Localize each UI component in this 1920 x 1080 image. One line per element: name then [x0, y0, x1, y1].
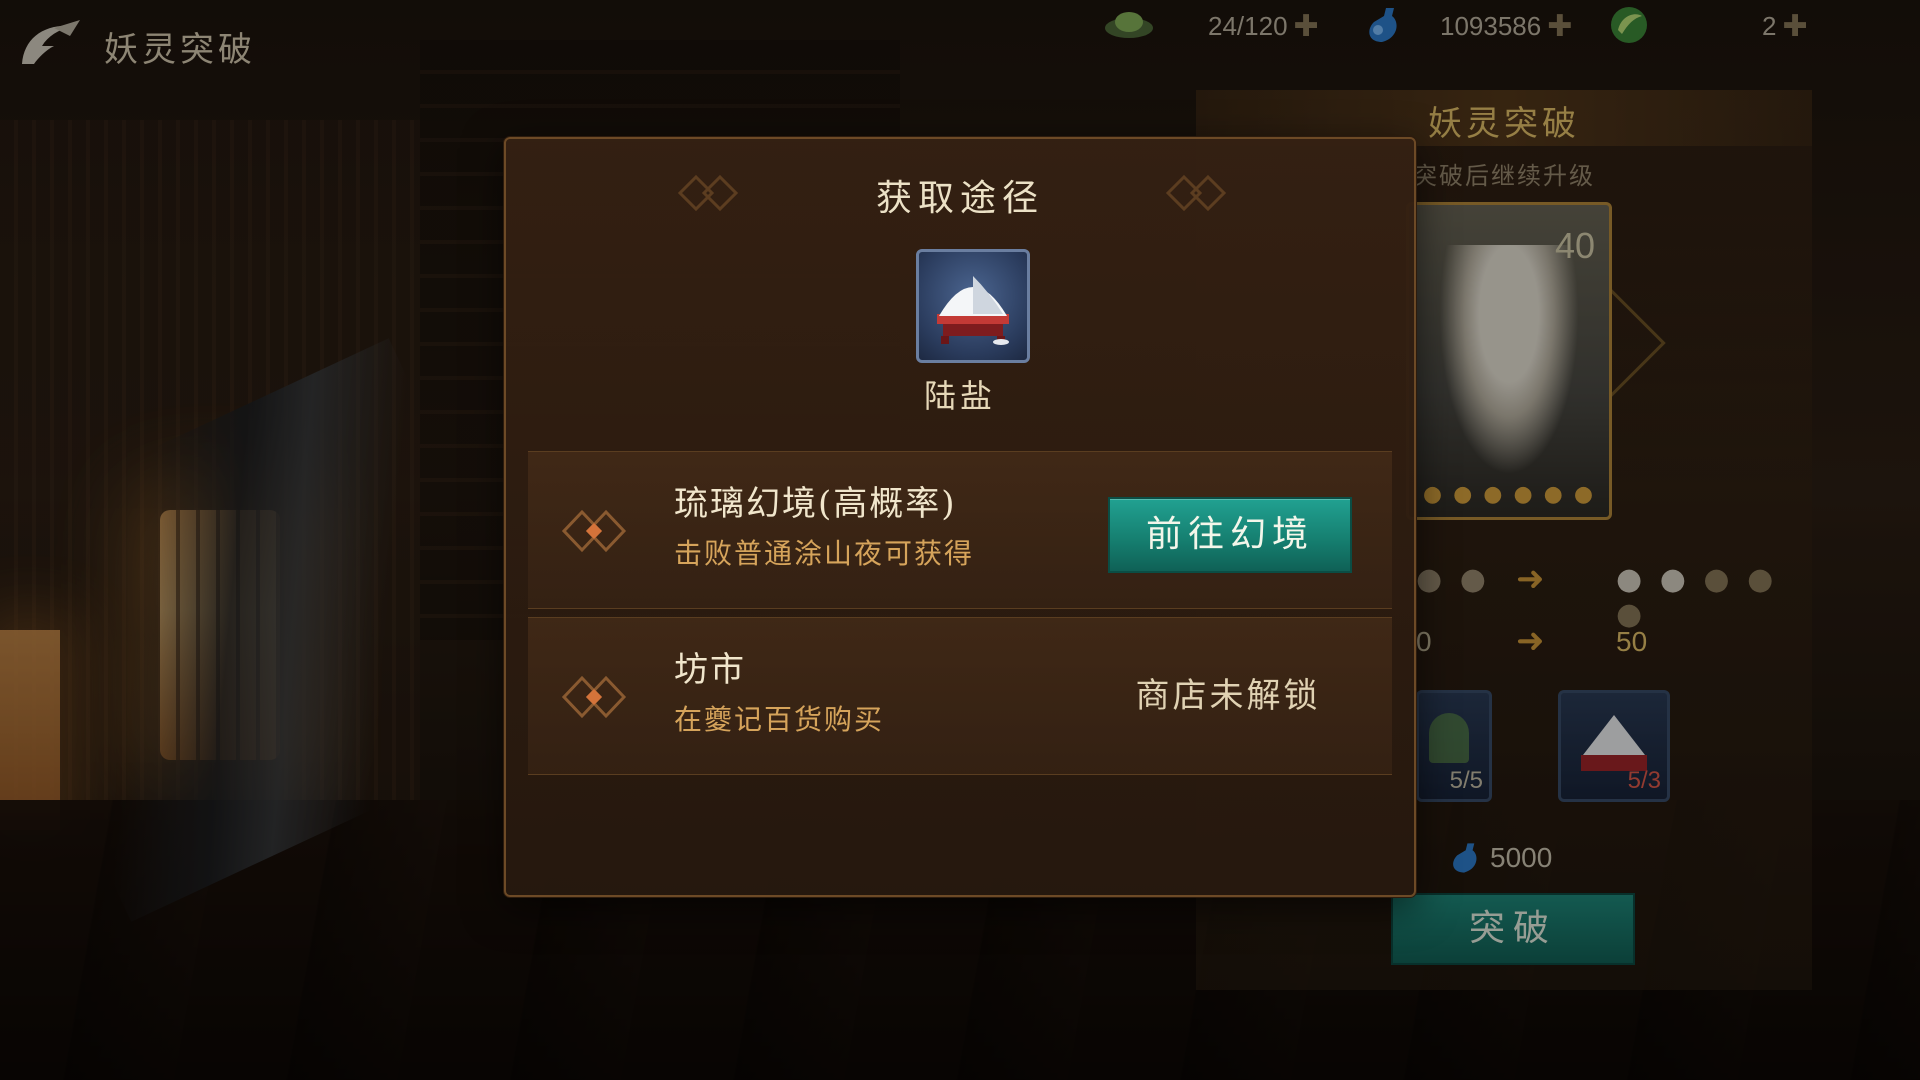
- go-to-realm-button[interactable]: 前往幻境: [1108, 497, 1352, 573]
- route-description: 在夔记百货购买: [674, 703, 885, 736]
- salt-item-icon[interactable]: [916, 249, 1030, 363]
- route-name: 琉璃幻境(高概率): [674, 484, 957, 524]
- route-row: 琉璃幻境(高概率) 击败普通涂山夜可获得 前往幻境: [528, 451, 1392, 609]
- route-name: 坊市: [674, 650, 746, 690]
- acquisition-dialog: 获取途径 陆盐 琉璃幻境(高概率) 击败普通涂山夜可获得 前往幻境 坊市 在夔记…: [504, 137, 1416, 897]
- route-row: 坊市 在夔记百货购买 商店未解锁: [528, 617, 1392, 775]
- item-name: 陆盐: [923, 377, 996, 415]
- route-description: 击败普通涂山夜可获得: [674, 537, 975, 570]
- dialog-title: 获取途径: [875, 178, 1044, 219]
- diamond-ornament-icon: [1165, 174, 1227, 212]
- diamond-marker-icon: [562, 675, 627, 719]
- salt-icon: [937, 276, 1009, 345]
- shop-locked-status: 商店未解锁: [1135, 676, 1321, 716]
- diamond-marker-icon: [562, 509, 627, 553]
